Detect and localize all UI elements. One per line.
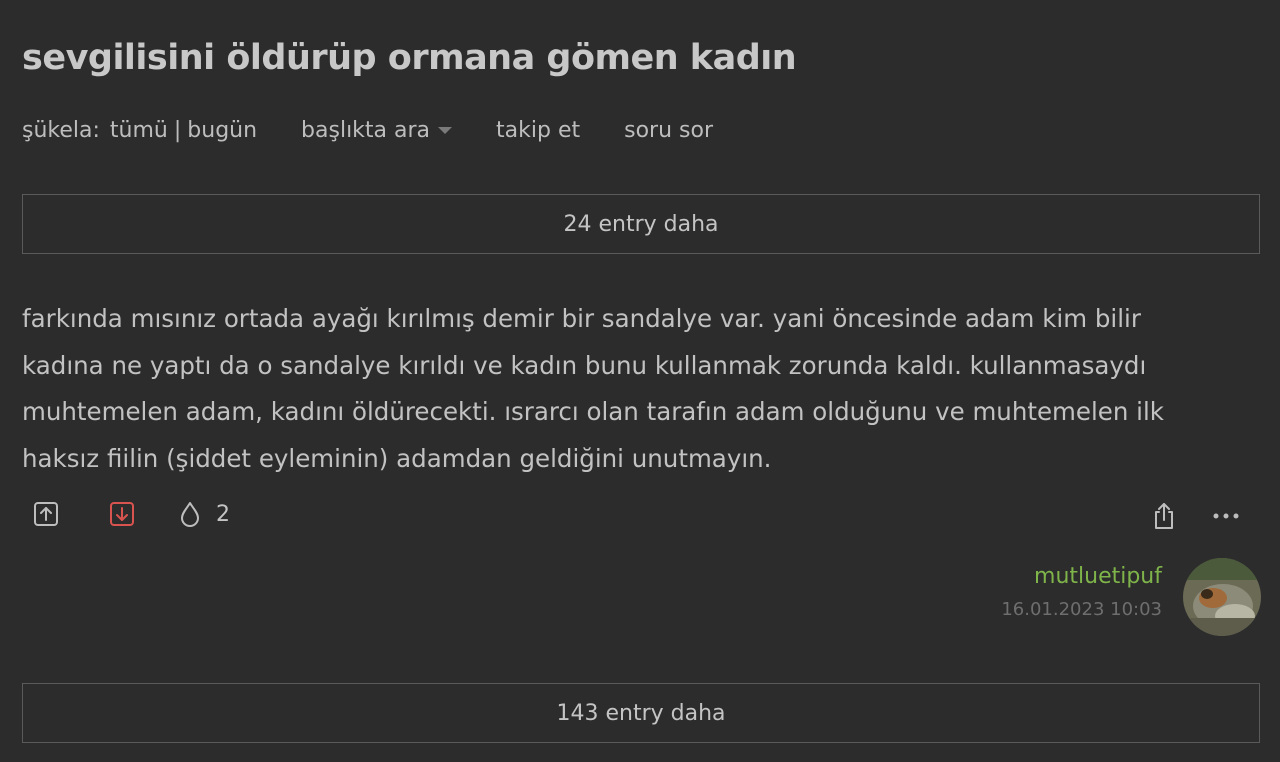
sukela-separator: | xyxy=(173,118,182,143)
more-icon[interactable] xyxy=(1210,500,1242,532)
show-more-entries-bottom[interactable]: 143 entry daha xyxy=(22,683,1260,743)
entry-actions xyxy=(1148,500,1242,532)
entry-author-info: mutluetipuf 16.01.2023 10:03 xyxy=(1001,564,1162,620)
search-in-topic-dropdown[interactable]: başlıkta ara xyxy=(301,118,453,143)
entry-feedback: 2 xyxy=(30,498,230,530)
author-link[interactable]: mutluetipuf xyxy=(1001,564,1162,589)
drop-icon[interactable] xyxy=(174,498,206,530)
show-more-entries-top[interactable]: 24 entry daha xyxy=(22,194,1260,254)
avatar[interactable] xyxy=(1183,558,1261,636)
sukela-today-link[interactable]: bugün xyxy=(187,118,257,143)
share-icon[interactable] xyxy=(1148,500,1180,532)
topic-page: sevgilisini öldürüp ormana gömen kadın ş… xyxy=(0,0,1280,762)
search-in-topic-label: başlıkta ara xyxy=(301,118,431,143)
caret-down-icon xyxy=(438,126,453,134)
sukela-label: şükela: xyxy=(22,118,100,143)
follow-topic-link[interactable]: takip et xyxy=(496,118,580,143)
entry-date-link[interactable]: 16.01.2023 10:03 xyxy=(1001,599,1162,620)
topic-subnav: şükela: tümü | bugün başlıkta ara takip … xyxy=(22,118,713,143)
upvote-icon[interactable] xyxy=(30,498,62,530)
entry-content: farkında mısınız ortada ayağı kırılmış d… xyxy=(22,304,1164,473)
downvote-icon[interactable] xyxy=(106,498,138,530)
topic-title[interactable]: sevgilisini öldürüp ormana gömen kadın xyxy=(22,38,797,78)
favorite-count[interactable]: 2 xyxy=(216,502,230,527)
sukela-all-link[interactable]: tümü xyxy=(110,118,168,143)
ask-question-link[interactable]: soru sor xyxy=(624,118,713,143)
